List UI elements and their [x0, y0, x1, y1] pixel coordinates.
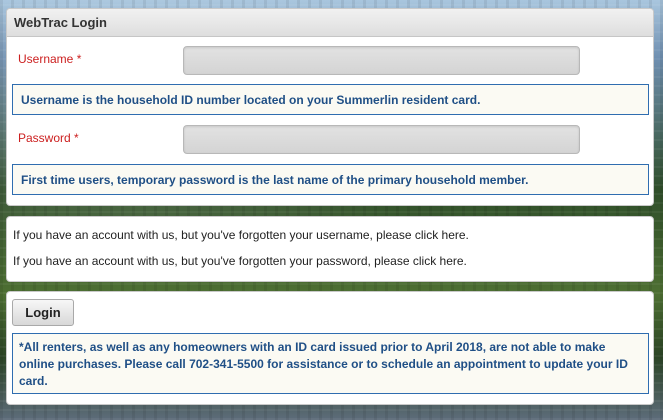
password-label: Password *: [18, 131, 79, 145]
username-label: Username *: [18, 52, 82, 66]
username-hint: Username is the household ID number loca…: [12, 84, 649, 115]
password-hint: First time users, temporary password is …: [12, 164, 649, 195]
login-button[interactable]: Login: [12, 299, 74, 326]
panel-title: WebTrac Login: [7, 9, 653, 37]
login-actions-panel: Login *All renters, as well as any homeo…: [6, 291, 654, 405]
login-panel: WebTrac Login Username * Username is the…: [6, 8, 654, 206]
forgot-password-link[interactable]: If you have an account with us, but you'…: [13, 254, 467, 268]
account-recovery-panel: If you have an account with us, but you'…: [6, 216, 654, 282]
forgot-username-link[interactable]: If you have an account with us, but you'…: [13, 228, 469, 242]
password-input[interactable]: [183, 125, 580, 154]
username-input[interactable]: [183, 46, 580, 75]
renter-notice: *All renters, as well as any homeowners …: [12, 333, 649, 394]
